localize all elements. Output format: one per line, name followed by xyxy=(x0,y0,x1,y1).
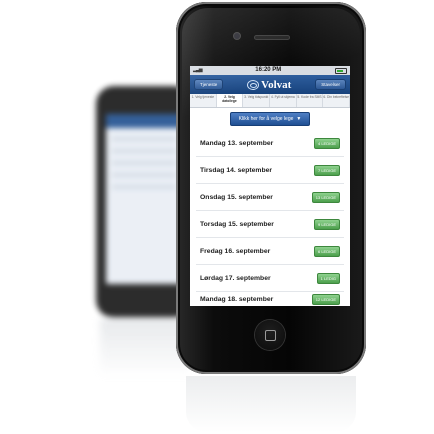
step-3[interactable]: 3. Velg tidspunkt xyxy=(243,94,271,107)
day-row[interactable]: Lørdag 17. september 1 LEDIG xyxy=(196,265,344,292)
home-square-icon xyxy=(265,330,276,341)
status-bar: ▂▃▅ 16:20 PM xyxy=(190,66,350,75)
day-row[interactable]: Fredag 16. september 6 LEDIGE xyxy=(196,238,344,265)
availability-badge: 7 LEDIGE xyxy=(313,164,340,176)
select-doctor-label: Klikk her for å velge lege xyxy=(238,116,294,122)
background-line xyxy=(112,138,176,140)
availability-badge: 1 LEDIG xyxy=(316,272,340,284)
day-name: Onsdag 15. september xyxy=(200,193,273,201)
step-5[interactable]: 5. Kode fra SMS xyxy=(297,94,324,107)
availability-badge: 4 LEDIGE xyxy=(313,137,340,149)
logo-text: Volvat xyxy=(261,78,292,91)
booking-steps: 1. Velg tjeneste 2. Velg dato/lege 3. Ve… xyxy=(190,94,350,108)
phone-reflection xyxy=(186,376,356,432)
step-4[interactable]: 4. Fyll ut skjema xyxy=(270,94,297,107)
availability-badge: 13 LEDIGE xyxy=(311,191,340,203)
phone-screen: ▂▃▅ 16:20 PM Tjeneste Volvat Stavelser 1… xyxy=(190,66,350,306)
step-6[interactable]: 6. Din bekreftelse xyxy=(323,94,350,107)
status-time: 16:20 PM xyxy=(255,67,282,73)
background-line xyxy=(112,174,176,176)
day-name: Tirsdag 14. september xyxy=(200,166,273,174)
background-line xyxy=(112,150,176,152)
day-row[interactable]: Tirsdag 14. september 7 LEDIGE xyxy=(196,157,344,184)
select-doctor-button[interactable]: Klikk her for å velge lege ▼ xyxy=(229,112,311,126)
day-row[interactable]: Mandag 13. september 4 LEDIGE xyxy=(196,130,344,157)
services-button[interactable]: Tjeneste xyxy=(194,79,224,90)
day-name: Mandag 13. september xyxy=(200,139,274,147)
day-name: Lørdag 17. september xyxy=(200,274,271,282)
availability-badge: 9 LEDIGE xyxy=(313,218,340,230)
step-2-active[interactable]: 2. Velg dato/lege xyxy=(216,94,244,107)
volvat-logo: Volvat xyxy=(247,79,291,91)
background-phone-screen xyxy=(106,114,182,284)
earpiece-speaker xyxy=(254,35,290,40)
signal-icon: ▂▃▅ xyxy=(193,67,202,73)
battery-icon xyxy=(335,67,347,74)
day-name: Torsdag 15. september xyxy=(200,220,274,228)
chevron-down-icon: ▼ xyxy=(296,116,302,122)
day-name: Fredag 16. september xyxy=(200,247,271,255)
background-line xyxy=(112,186,176,188)
front-camera xyxy=(234,33,240,39)
app-header: Tjeneste Volvat Stavelser xyxy=(190,75,350,94)
day-name: Mandag 18. september xyxy=(200,295,274,303)
step-1[interactable]: 1. Velg tjeneste xyxy=(190,94,217,107)
background-header-bar xyxy=(106,114,182,128)
day-list: Mandag 13. september 4 LEDIGE Tirsdag 14… xyxy=(190,130,350,306)
doctor-select-wrap: Klikk her for å velge lege ▼ xyxy=(190,108,350,130)
locations-button[interactable]: Stavelser xyxy=(315,79,346,90)
availability-badge: 12 LEDIGE xyxy=(311,293,340,305)
background-line xyxy=(112,162,176,164)
day-row[interactable]: Onsdag 15. september 13 LEDIGE xyxy=(196,184,344,211)
iphone-device: ▂▃▅ 16:20 PM Tjeneste Volvat Stavelser 1… xyxy=(176,2,366,374)
day-row[interactable]: Torsdag 15. september 9 LEDIGE xyxy=(196,211,344,238)
logo-mark-icon xyxy=(247,79,260,90)
home-button[interactable] xyxy=(255,320,285,350)
day-row[interactable]: Mandag 18. september 12 LEDIGE xyxy=(196,292,344,306)
availability-badge: 6 LEDIGE xyxy=(313,245,340,257)
